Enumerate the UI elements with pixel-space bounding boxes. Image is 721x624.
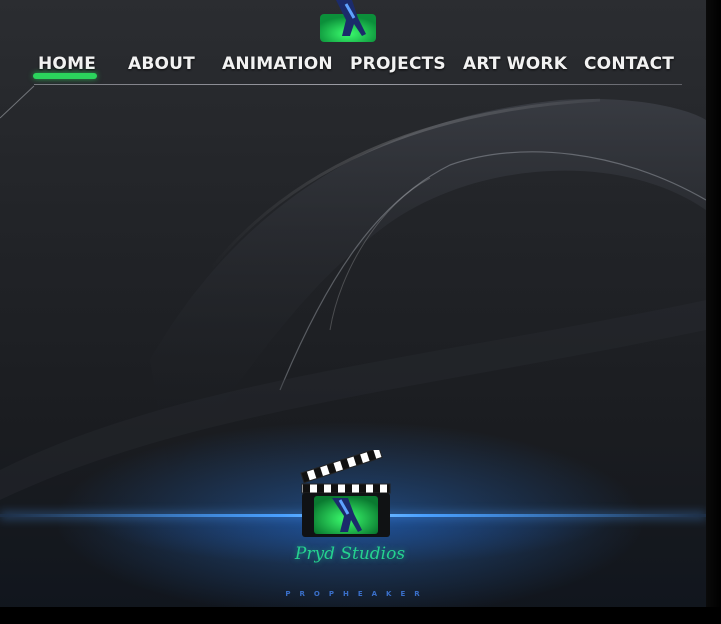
studio-name: Pryd Studios (294, 544, 406, 564)
nav-art-work[interactable]: ART WORK (463, 54, 567, 74)
clapperboard-icon[interactable] (296, 450, 396, 542)
nav-animation[interactable]: ANIMATION (222, 54, 333, 74)
nav-projects[interactable]: PROJECTS (350, 54, 446, 74)
studio-tagline: PROPHEAKER (285, 590, 429, 598)
nav-about[interactable]: ABOUT (128, 54, 195, 74)
figure-logo-icon (320, 0, 376, 42)
active-nav-indicator (33, 73, 97, 79)
nav-divider (34, 84, 682, 85)
nav-contact[interactable]: CONTACT (584, 54, 674, 74)
hero-stage: HOME ABOUT ANIMATION PROJECTS ART WORK C… (0, 0, 706, 624)
bottom-bar (0, 607, 721, 624)
nav-home[interactable]: HOME (38, 54, 96, 74)
main-nav: HOME ABOUT ANIMATION PROJECTS ART WORK C… (0, 50, 706, 90)
window-edge (706, 0, 721, 624)
